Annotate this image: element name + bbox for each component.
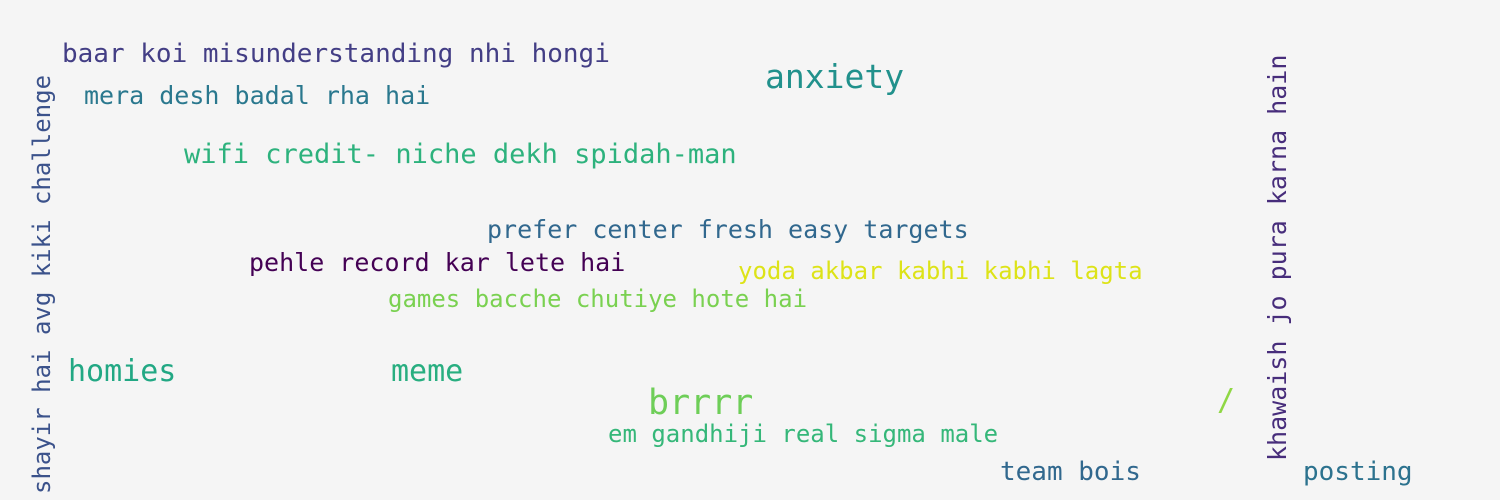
word-khawaish: khawaish jo pura karna hain [1263,54,1292,461]
word-brrrr: brrrr [648,383,754,423]
word-meme: meme [391,354,464,389]
word-anxiety: anxiety [765,57,905,96]
word-games-bacche: games bacche chutiye hote hai [388,285,808,313]
word-yoda-akbar: yoda akbar kabhi kabhi lagta [738,257,1143,285]
word-homies: homies [68,354,177,389]
word-baar-koi-misunderstanding: baar koi misunderstanding nhi hongi [62,39,610,69]
word-wifi-credit: wifi credit- niche dekh spidah-man [184,139,737,170]
word-slash: / [1217,383,1236,418]
word-pehle-record: pehle record kar lete hai [249,248,626,277]
word-cloud: baar koi misunderstanding nhi hongi mera… [0,0,1500,500]
word-prefer-center-fresh: prefer center fresh easy targets [487,215,969,244]
word-team-bois: team bois [1000,457,1141,487]
word-mera-desh-badal: mera desh badal rha hai [84,81,431,110]
word-shayir-hai: shayir hai avg kiki challenge [28,74,56,494]
word-posting: posting [1303,457,1413,487]
word-em-gandhiji: em gandhiji real sigma male [608,420,999,448]
